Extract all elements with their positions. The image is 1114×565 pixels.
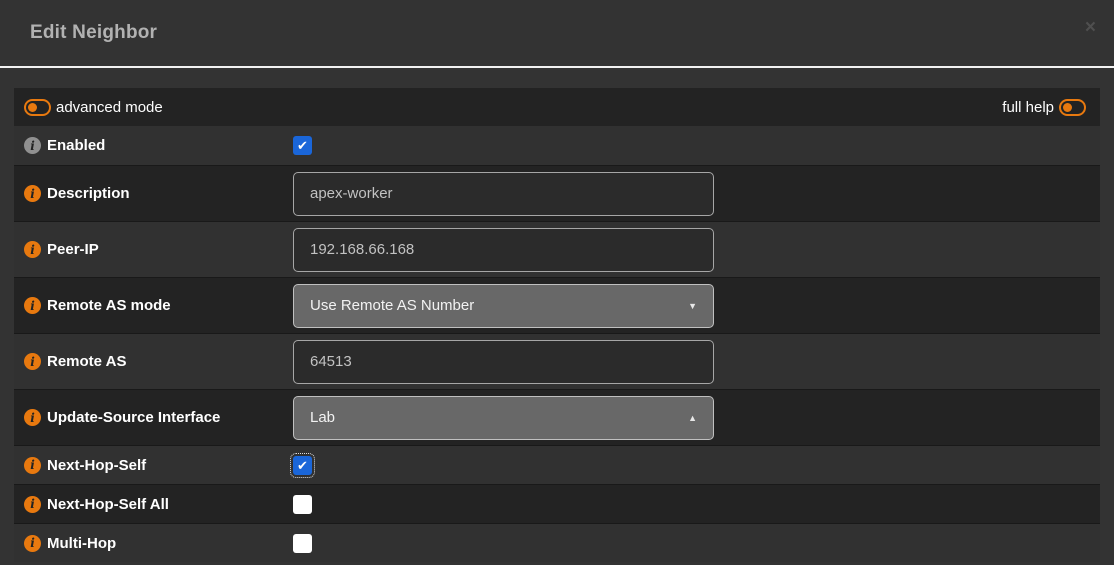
field-label-next-hop-self-all: Next-Hop-Self All (47, 496, 169, 513)
field-label-update-source-interface: Update-Source Interface (47, 409, 220, 426)
field-label-next-hop-self: Next-Hop-Self (47, 457, 146, 474)
control-cell-description (293, 172, 714, 216)
info-icon[interactable]: i (24, 297, 41, 314)
control-cell-peer-ip (293, 228, 714, 272)
info-icon[interactable]: i (24, 241, 41, 258)
control-cell-enabled: ✔ (293, 136, 312, 155)
control-cell-update-source-interface: Lab ▲ (293, 396, 714, 440)
control-cell-remote-as (293, 340, 714, 384)
enabled-checkbox[interactable]: ✔ (293, 136, 312, 155)
checkmark-icon: ✔ (297, 459, 308, 472)
selected-option-label: Use Remote AS Number (310, 297, 474, 314)
description-input[interactable] (293, 172, 714, 216)
caret-up-icon: ▲ (688, 413, 697, 423)
modal-title: Edit Neighbor (30, 22, 157, 44)
form-row-description: i Description (14, 165, 1100, 221)
field-label-description: Description (47, 185, 130, 202)
full-help-label: full help (1002, 99, 1054, 116)
form-options-row: advanced mode full help (14, 88, 1100, 126)
modal-header: Edit Neighbor × (0, 0, 1114, 68)
control-cell-multi-hop (293, 534, 312, 553)
label-cell-remote-as-mode: i Remote AS mode (14, 297, 293, 314)
checkmark-icon: ✔ (297, 139, 308, 152)
next-hop-self-checkbox[interactable]: ✔ (293, 456, 312, 475)
selected-option-label: Lab (310, 409, 335, 426)
toggle-knob (28, 103, 37, 112)
modal-body: advanced mode full help i Enabled ✔ i Descri… (0, 68, 1114, 562)
info-icon[interactable]: i (24, 137, 41, 154)
toggle-off-icon (24, 99, 51, 116)
edit-neighbor-dialog: Edit Neighbor × advanced mode full help … (0, 0, 1114, 565)
label-cell-next-hop-self: i Next-Hop-Self (14, 457, 293, 474)
remote-as-input[interactable] (293, 340, 714, 384)
form-row-next-hop-self: i Next-Hop-Self ✔ (14, 445, 1100, 484)
field-label-enabled: Enabled (47, 137, 105, 154)
close-icon[interactable]: × (1085, 18, 1096, 37)
update-source-interface-select[interactable]: Lab ▲ (293, 396, 714, 440)
remote-as-mode-select[interactable]: Use Remote AS Number ▼ (293, 284, 714, 328)
toggle-knob (1063, 103, 1072, 112)
label-cell-multi-hop: i Multi-Hop (14, 535, 293, 552)
info-icon[interactable]: i (24, 185, 41, 202)
advanced-mode-toggle[interactable]: advanced mode (24, 99, 163, 116)
form-row-next-hop-self-all: i Next-Hop-Self All (14, 484, 1100, 523)
info-icon[interactable]: i (24, 535, 41, 552)
advanced-mode-label: advanced mode (56, 99, 163, 116)
info-icon[interactable]: i (24, 457, 41, 474)
peer-ip-input[interactable] (293, 228, 714, 272)
caret-down-icon: ▼ (688, 301, 697, 311)
form-row-peer-ip: i Peer-IP (14, 221, 1100, 277)
label-cell-next-hop-self-all: i Next-Hop-Self All (14, 496, 293, 513)
control-cell-remote-as-mode: Use Remote AS Number ▼ (293, 284, 714, 328)
control-cell-next-hop-self: ✔ (293, 456, 312, 475)
label-cell-remote-as: i Remote AS (14, 353, 293, 370)
form-row-remote-as: i Remote AS (14, 333, 1100, 389)
field-label-peer-ip: Peer-IP (47, 241, 99, 258)
form-row-remote-as-mode: i Remote AS mode Use Remote AS Number ▼ (14, 277, 1100, 333)
info-icon[interactable]: i (24, 409, 41, 426)
form-row-multi-hop: i Multi-Hop (14, 523, 1100, 562)
label-cell-peer-ip: i Peer-IP (14, 241, 293, 258)
control-cell-next-hop-self-all (293, 495, 312, 514)
multi-hop-checkbox[interactable] (293, 534, 312, 553)
field-label-remote-as: Remote AS (47, 353, 126, 370)
label-cell-description: i Description (14, 185, 293, 202)
neighbor-form-table: advanced mode full help i Enabled ✔ i Descri… (14, 88, 1100, 562)
field-label-remote-as-mode: Remote AS mode (47, 297, 171, 314)
next-hop-self-all-checkbox[interactable] (293, 495, 312, 514)
form-row-enabled: i Enabled ✔ (14, 126, 1100, 165)
full-help-toggle[interactable]: full help (1002, 99, 1086, 116)
toggle-off-icon (1059, 99, 1086, 116)
label-cell-enabled: i Enabled (14, 137, 293, 154)
info-icon[interactable]: i (24, 496, 41, 513)
label-cell-update-source-interface: i Update-Source Interface (14, 409, 293, 426)
field-label-multi-hop: Multi-Hop (47, 535, 116, 552)
form-rows: i Enabled ✔ i Description i Peer-IP i Remote AS … (14, 126, 1100, 562)
form-row-update-source-interface: i Update-Source Interface Lab ▲ (14, 389, 1100, 445)
info-icon[interactable]: i (24, 353, 41, 370)
